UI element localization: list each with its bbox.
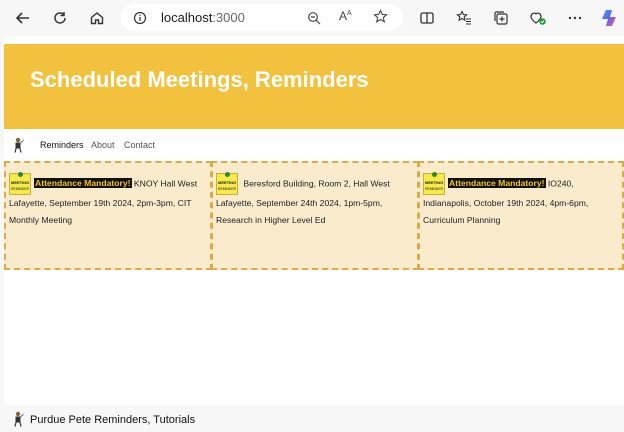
meeting-reminder-icon: MEETING REMINDER — [423, 172, 445, 195]
footer: Purdue Pete Reminders, Tutorials — [4, 405, 624, 432]
reminder-text: Beresford Building, Room 2, Hall West La… — [216, 178, 390, 225]
reminder-card: MEETING REMINDER Attendance Mandatory! KNO… — [4, 161, 212, 270]
attendance-badge: Attendance Mandatory! — [448, 178, 546, 189]
more-icon[interactable] — [562, 5, 588, 31]
favorites-icon[interactable] — [451, 5, 477, 31]
navbar: Reminders About Contact — [4, 129, 624, 161]
nav-item-contact[interactable]: Contact — [124, 140, 155, 150]
nav-item-about[interactable]: About — [91, 140, 115, 150]
read-aloud-icon[interactable]: AA — [339, 9, 352, 23]
copilot-icon[interactable] — [597, 5, 623, 31]
meeting-image-line1: MEETING — [425, 180, 444, 185]
home-icon[interactable] — [84, 5, 110, 31]
meeting-reminder-icon: MEETING REMINDER — [216, 172, 238, 195]
favorite-icon[interactable] — [373, 9, 388, 28]
footer-text: Purdue Pete Reminders, Tutorials — [30, 414, 196, 426]
nav-item-reminders[interactable]: Reminders — [40, 140, 84, 150]
meeting-image-line1: MEETING — [218, 180, 237, 185]
header-banner: Scheduled Meetings, Reminders — [4, 44, 624, 129]
info-icon[interactable] — [133, 10, 147, 29]
refresh-icon[interactable] — [47, 5, 73, 31]
meeting-image-line2: REMINDER — [218, 187, 237, 191]
split-screen-icon[interactable] — [414, 5, 440, 31]
page-content: Scheduled Meetings, Reminders Reminders … — [4, 36, 624, 432]
url-host: localhost — [161, 10, 213, 25]
address-bar[interactable]: localhost:3000 AA — [121, 4, 403, 31]
zoom-icon[interactable] — [307, 10, 321, 29]
meeting-image-line2: REMINDER — [11, 187, 30, 191]
meeting-reminder-icon: MEETING REMINDER — [9, 172, 31, 195]
meeting-image-line2: REMINDER — [425, 187, 444, 191]
url-port: :3000 — [212, 10, 245, 25]
extensions-icon[interactable] — [525, 5, 551, 31]
url-text: localhost:3000 — [161, 10, 245, 25]
meeting-image-line1: MEETING — [11, 180, 30, 185]
collections-icon[interactable] — [488, 5, 514, 31]
attendance-badge: Attendance Mandatory! — [34, 178, 132, 189]
browser-toolbar: localhost:3000 AA — [0, 0, 624, 36]
reminder-card: MEETING REMINDER Beresford Building, Room… — [211, 161, 419, 270]
reminder-cards: MEETING REMINDER Attendance Mandatory! KNO… — [4, 161, 624, 273]
purdue-pete-footer-icon — [14, 411, 24, 427]
back-icon[interactable] — [10, 5, 36, 31]
purdue-pete-logo-icon[interactable] — [12, 137, 24, 153]
reminder-card: MEETING REMINDER Attendance Mandatory! IO2… — [418, 161, 624, 270]
page-title: Scheduled Meetings, Reminders — [30, 67, 369, 92]
